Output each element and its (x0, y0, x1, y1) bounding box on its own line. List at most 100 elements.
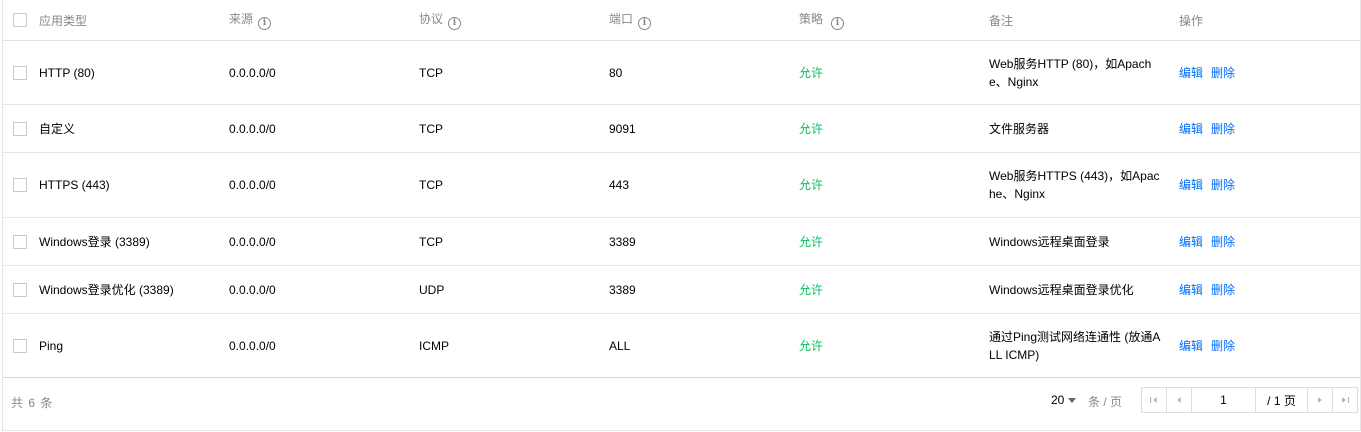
remark-text: 通过Ping测试网络连通性 (放通ALL ICMP) (989, 329, 1161, 362)
edit-link[interactable]: 编辑 (1179, 66, 1203, 80)
rules-table: 应用类型 来源 i 协议 i 端口 i 策略 i 备注 操作 HTTP (80)… (3, 0, 1360, 378)
delete-link[interactable]: 删除 (1211, 122, 1235, 136)
policy-cell: 允许 (791, 217, 981, 266)
first-page-icon[interactable] (1142, 388, 1167, 412)
header-source-label: 来源 (229, 12, 254, 26)
security-rules-panel: 应用类型 来源 i 协议 i 端口 i 策略 i 备注 操作 HTTP (80)… (2, 0, 1361, 431)
row-checkbox[interactable] (13, 234, 27, 249)
source-cell: 0.0.0.0/0 (221, 217, 411, 266)
port-cell: 443 (601, 152, 791, 218)
protocol-cell: TCP (411, 217, 601, 266)
table-row: Windows登录优化 (3389) 0.0.0.0/0 UDP 3389 允许… (3, 265, 1360, 314)
policy-cell: 允许 (791, 152, 981, 218)
remark-cell: Windows远程桌面登录优化 (981, 265, 1171, 314)
row-checkbox[interactable] (13, 65, 27, 80)
app-type-text: 自定义 (39, 121, 76, 136)
app-type-text: Ping (39, 338, 64, 353)
edit-link[interactable]: 编辑 (1179, 283, 1203, 297)
next-page-icon[interactable] (1307, 388, 1332, 412)
app-type-text: Windows登录 (3389) (39, 234, 150, 249)
header-action: 操作 (1171, 0, 1360, 41)
protocol-cell: TCP (411, 104, 601, 153)
policy-cell: 允许 (791, 104, 981, 153)
remark-text: Windows远程桌面登录 (989, 234, 1110, 249)
edit-link[interactable]: 编辑 (1179, 235, 1203, 249)
delete-link[interactable]: 删除 (1211, 283, 1235, 297)
remark-cell: 文件服务器 (981, 104, 1171, 153)
source-cell: 0.0.0.0/0 (221, 152, 411, 218)
policy-cell: 允许 (791, 265, 981, 314)
protocol-cell: TCP (411, 40, 601, 105)
cell-app-type: 自定义 (3, 104, 221, 153)
action-cell: 编辑 删除 (1171, 104, 1360, 153)
per-page-label: 条 / 页 (1088, 395, 1123, 409)
action-cell: 编辑 删除 (1171, 152, 1360, 218)
info-icon[interactable]: i (638, 17, 652, 30)
port-cell: 3389 (601, 217, 791, 266)
delete-link[interactable]: 删除 (1211, 339, 1235, 353)
port-cell: 9091 (601, 104, 791, 153)
header-remark-label: 备注 (989, 13, 1014, 28)
remark-text: Windows远程桌面登录优化 (989, 282, 1134, 297)
info-icon[interactable]: i (831, 17, 845, 30)
action-cell: 编辑 删除 (1171, 265, 1360, 314)
port-cell: ALL (601, 313, 791, 378)
app-type-text: HTTPS (443) (39, 178, 110, 192)
header-app-type: 应用类型 (3, 0, 221, 41)
port-cell: 80 (601, 40, 791, 105)
edit-link[interactable]: 编辑 (1179, 339, 1203, 353)
header-action-label: 操作 (1179, 13, 1204, 28)
header-app-type-label: 应用类型 (39, 13, 88, 28)
cell-app-type: Ping (3, 313, 221, 378)
last-page-icon[interactable] (1332, 388, 1357, 412)
row-checkbox[interactable] (13, 121, 27, 136)
table-row: Windows登录 (3389) 0.0.0.0/0 TCP 3389 允许 W… (3, 217, 1360, 266)
cell-app-type: HTTPS (443) (3, 152, 221, 218)
remark-text: 文件服务器 (989, 121, 1050, 136)
action-cell: 编辑 删除 (1171, 313, 1360, 378)
page-total-label: / 1 页 (1267, 393, 1296, 408)
remark-cell: Web服务HTTPS (443)，如Apache、Nginx (981, 152, 1171, 218)
app-type-text: HTTP (80) (39, 65, 95, 80)
header-policy: 策略 i (791, 0, 981, 41)
header-policy-label: 策略 (799, 12, 824, 26)
row-checkbox[interactable] (13, 338, 27, 353)
edit-link[interactable]: 编辑 (1179, 122, 1203, 136)
info-icon[interactable]: i (448, 17, 462, 30)
header-protocol-label: 协议 (419, 12, 444, 26)
cell-app-type: Windows登录优化 (3389) (3, 265, 221, 314)
select-all-checkbox[interactable] (13, 13, 27, 27)
delete-link[interactable]: 删除 (1211, 178, 1235, 192)
table-row: HTTP (80) 0.0.0.0/0 TCP 80 允许 Web服务HTTP … (3, 40, 1360, 105)
port-cell: 3389 (601, 265, 791, 314)
header-protocol: 协议 i (411, 0, 601, 41)
cell-app-type: Windows登录 (3389) (3, 217, 221, 266)
header-source: 来源 i (221, 0, 411, 41)
protocol-cell: TCP (411, 152, 601, 218)
protocol-cell: ICMP (411, 313, 601, 378)
page-size-select[interactable]: 20 (1051, 393, 1077, 407)
info-icon[interactable]: i (258, 17, 272, 30)
row-checkbox[interactable] (13, 178, 27, 192)
source-cell: 0.0.0.0/0 (221, 265, 411, 314)
header-port-label: 端口 (609, 12, 634, 26)
protocol-cell: UDP (411, 265, 601, 314)
row-checkbox[interactable] (13, 282, 27, 297)
source-cell: 0.0.0.0/0 (221, 313, 411, 378)
action-cell: 编辑 删除 (1171, 40, 1360, 105)
total-count: 共 6 条 (11, 396, 54, 410)
remark-text: Web服务HTTPS (443)，如Apache、Nginx (989, 169, 1160, 201)
edit-link[interactable]: 编辑 (1179, 178, 1203, 192)
remark-cell: 通过Ping测试网络连通性 (放通ALL ICMP) (981, 313, 1171, 378)
delete-link[interactable]: 删除 (1211, 235, 1235, 249)
page-number-input[interactable] (1192, 388, 1256, 412)
policy-cell: 允许 (791, 40, 981, 105)
header-remark: 备注 (981, 0, 1171, 41)
table-row: HTTPS (443) 0.0.0.0/0 TCP 443 允许 Web服务HT… (3, 152, 1360, 218)
action-cell: 编辑 删除 (1171, 217, 1360, 266)
delete-link[interactable]: 删除 (1211, 66, 1235, 80)
app-type-text: Windows登录优化 (3389) (39, 282, 174, 297)
source-cell: 0.0.0.0/0 (221, 40, 411, 105)
prev-page-icon[interactable] (1167, 388, 1192, 412)
remark-text: Web服务HTTP (80)，如Apache、Nginx (989, 56, 1152, 89)
